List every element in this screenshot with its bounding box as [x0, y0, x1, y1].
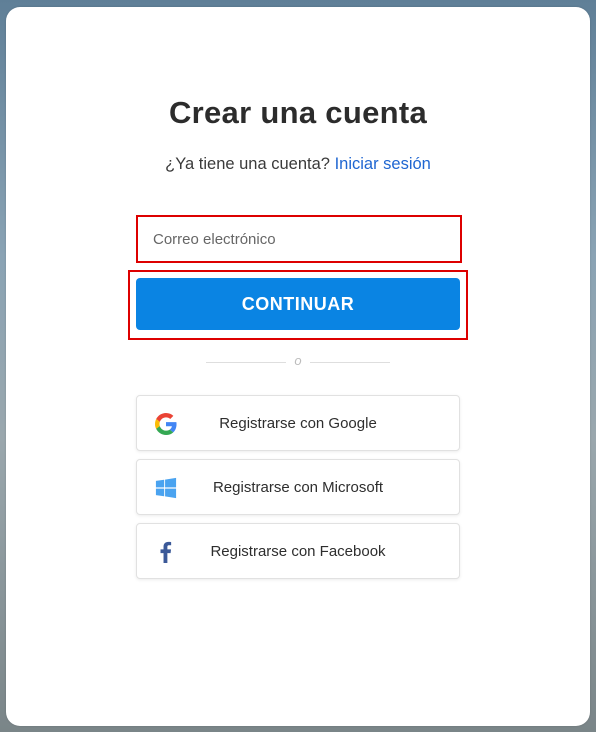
facebook-signup-button[interactable]: Registrarse con Facebook [136, 523, 460, 579]
divider-line-right [310, 362, 390, 363]
google-signup-button[interactable]: Registrarse con Google [136, 395, 460, 451]
google-signup-label: Registrarse con Google [219, 414, 377, 432]
facebook-signup-label: Registrarse con Facebook [210, 542, 386, 560]
login-link[interactable]: Iniciar sesión [335, 155, 431, 173]
divider-line-left [206, 362, 286, 363]
page-title: Crear una cuenta [168, 95, 428, 130]
login-prompt: ¿Ya tiene una cuenta? Iniciar sesión [0, 155, 596, 174]
microsoft-signup-button[interactable]: Registrarse con Microsoft [136, 459, 460, 515]
continue-button[interactable]: CONTINUAR [136, 278, 460, 330]
divider-text: o [294, 353, 302, 368]
login-prompt-text: ¿Ya tiene una cuenta? [165, 155, 330, 173]
microsoft-signup-label: Registrarse con Microsoft [212, 478, 384, 496]
email-field[interactable] [138, 217, 460, 261]
